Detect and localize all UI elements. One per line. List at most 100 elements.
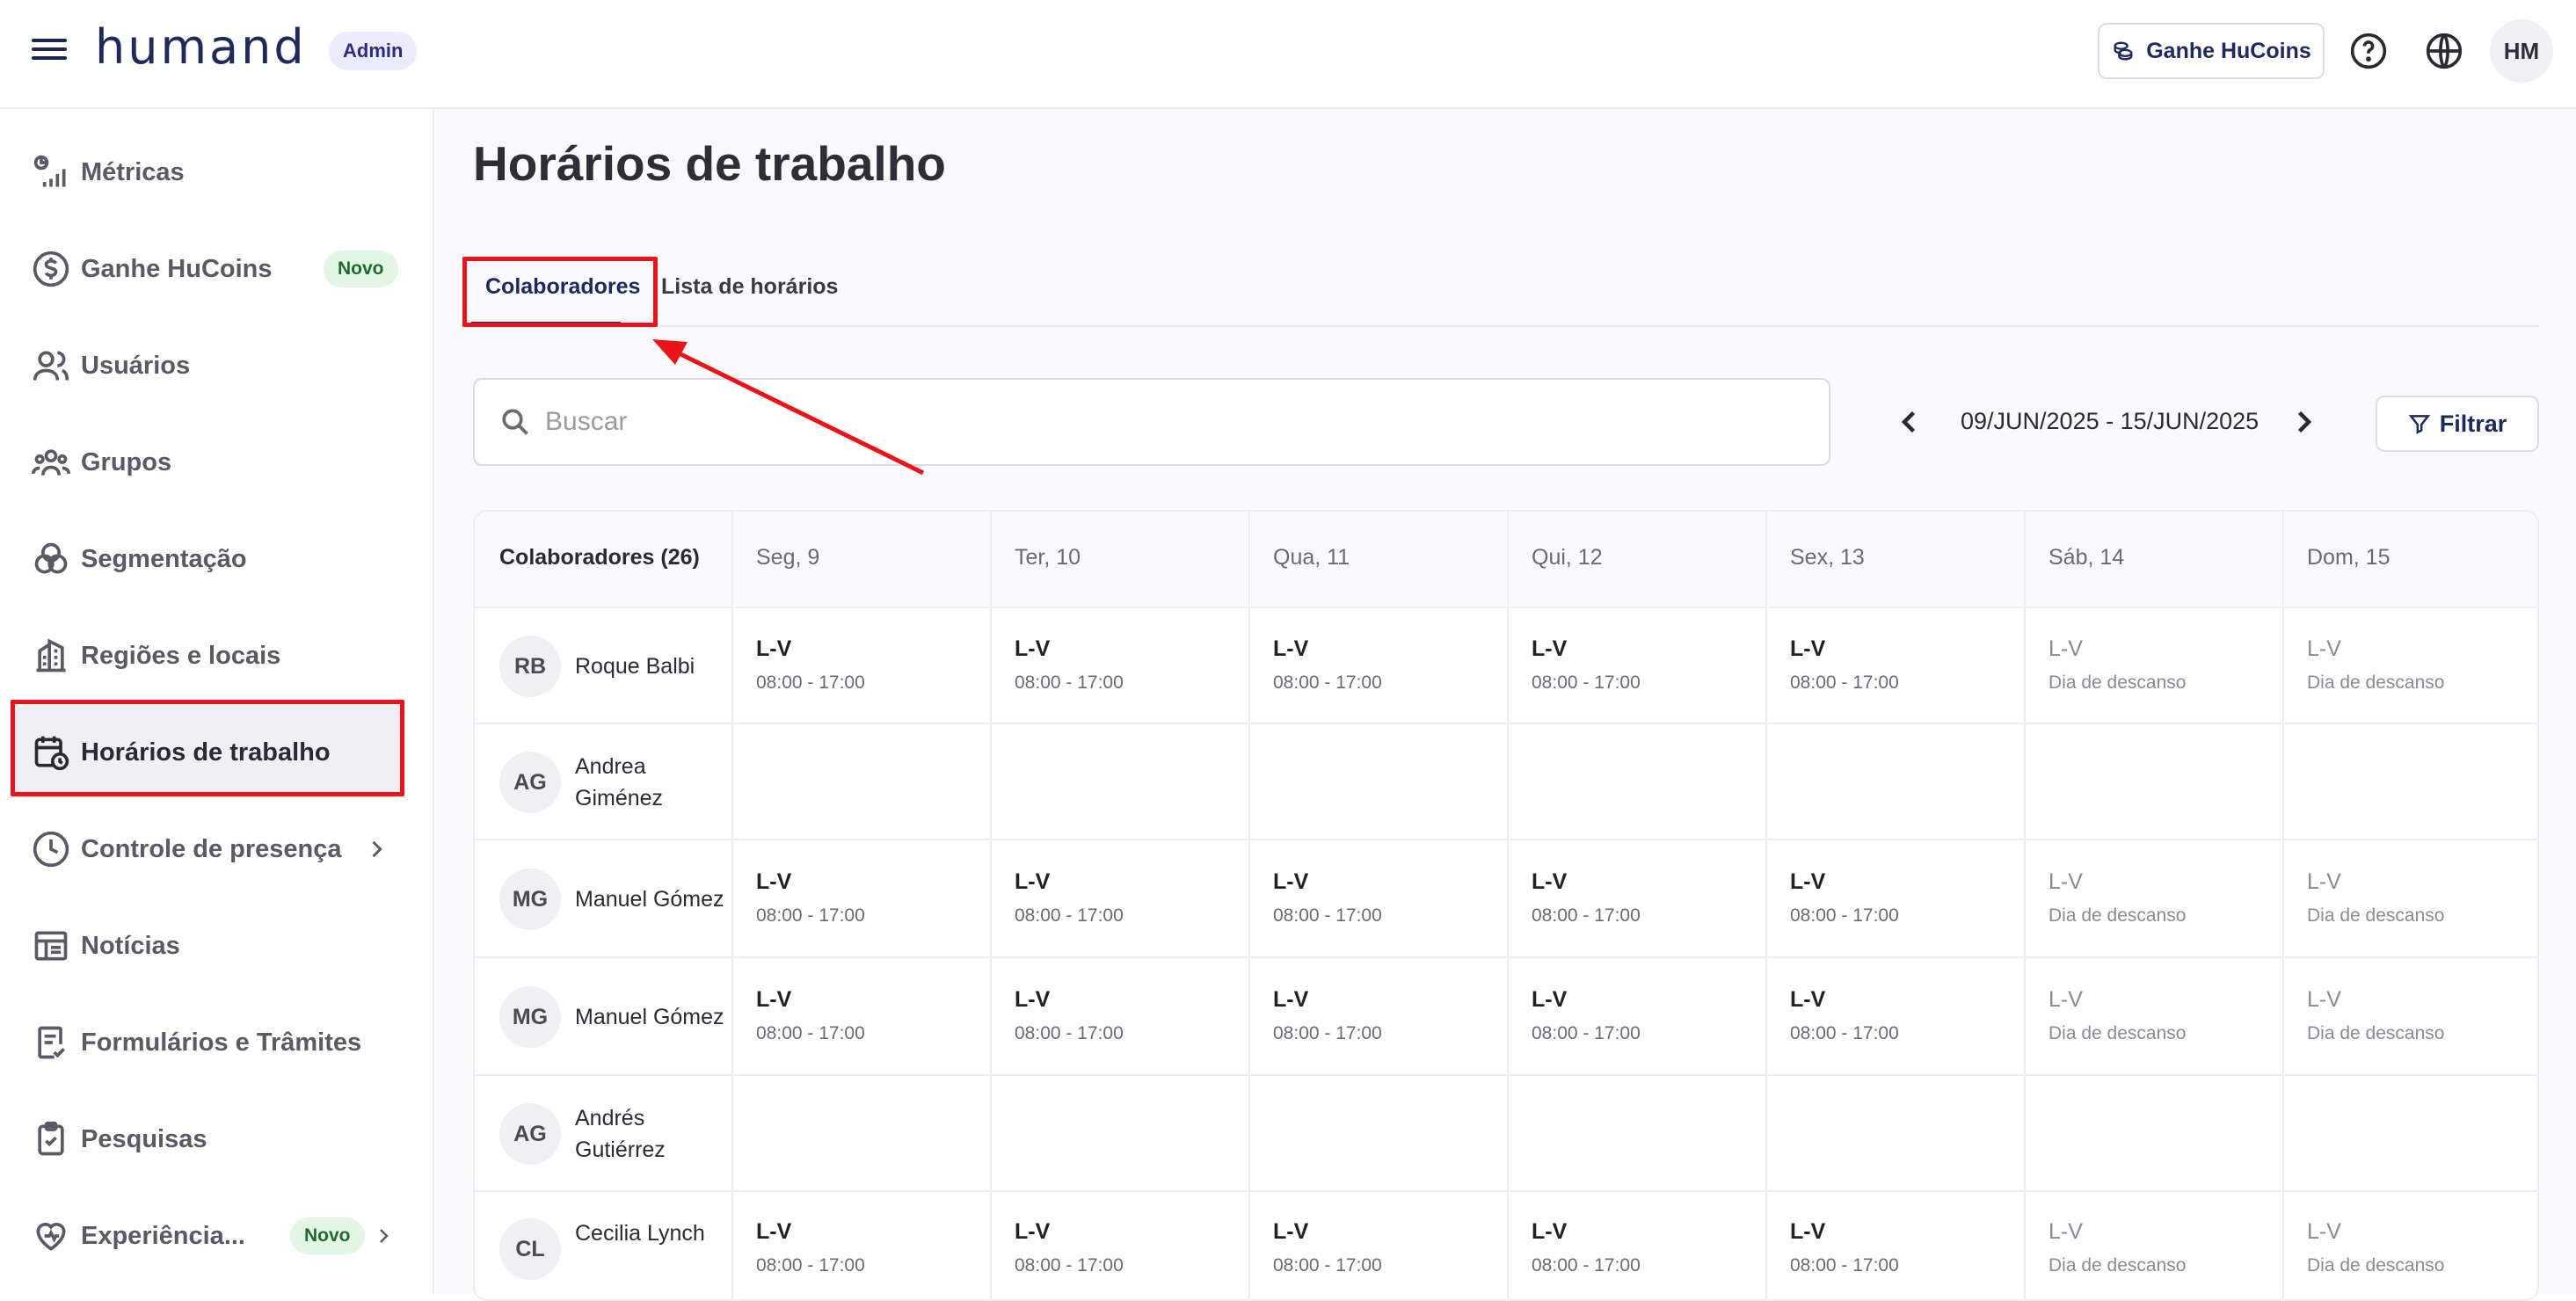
schedule-code: L-V (1790, 987, 1826, 1012)
sidebar-item-experiencia[interactable]: Experiência... Novo (12, 1190, 404, 1282)
work-hours: 08:00 - 17:00 (1532, 1255, 1641, 1276)
sidebar-item-ganhe-hucoins[interactable]: Ganhe HuCoins Novo (12, 223, 404, 315)
schedule-cell[interactable]: L-V 08:00 - 17:00 (1015, 987, 1124, 1044)
chevron-right-icon (372, 840, 382, 858)
rest-day-label: Dia de descanso (2307, 1023, 2445, 1043)
schedule-code: L-V (2307, 1219, 2341, 1244)
schedule-cell[interactable]: L-V 08:00 - 17:00 (1273, 636, 1382, 694)
employee-name[interactable]: Manuel Gómez (575, 883, 724, 915)
employee-name[interactable]: Andrés Gutiérrez (575, 1102, 724, 1166)
schedule-cell[interactable]: L-V 08:00 - 17:00 (1790, 636, 1899, 694)
rest-day-cell[interactable]: L-V Dia de descanso (2048, 987, 2186, 1044)
rest-day-cell[interactable]: L-V Dia de descanso (2307, 636, 2444, 694)
hucoins-button[interactable]: Ganhe HuCoins (2098, 23, 2325, 79)
form-icon (38, 1026, 65, 1059)
sidebar-item-label: Grupos (81, 447, 172, 476)
schedule-code: L-V (756, 636, 792, 661)
table-row[interactable]: RB Roque Balbi L-V 08:00 - 17:00 L-V 08:00 - … (475, 608, 2537, 724)
schedule-code: L-V (1790, 636, 1826, 661)
schedule-cell[interactable]: L-V 08:00 - 17:00 (756, 636, 865, 694)
work-hours: 08:00 - 17:00 (1532, 1023, 1641, 1043)
table-row[interactable]: AG Andrés Gutiérrez (475, 1076, 2537, 1192)
help-icon[interactable] (2349, 32, 2388, 70)
sidebar-item-formularios[interactable]: Formulários e Trâmites (12, 997, 404, 1088)
sidebar-item-horarios[interactable]: Horários de trabalho (12, 707, 404, 798)
rest-day-cell[interactable]: L-V Dia de descanso (2307, 1219, 2444, 1276)
employee-name[interactable]: Roque Balbi (575, 650, 724, 682)
schedule-cell[interactable]: L-V 08:00 - 17:00 (1273, 1219, 1382, 1276)
table-row[interactable]: MG Manuel Gómez L-V 08:00 - 17:00 L-V 08:00 -… (475, 840, 2537, 958)
rest-day-cell[interactable]: L-V Dia de descanso (2307, 869, 2444, 927)
column-header-day: Dom, 15 (2307, 545, 2390, 570)
search-input[interactable] (545, 407, 1829, 437)
column-divider (1248, 512, 1250, 1299)
sidebar-item-noticias[interactable]: Notícias (12, 900, 404, 992)
active-tab-indicator (471, 322, 621, 325)
work-hours: 08:00 - 17:00 (1273, 905, 1382, 926)
schedule-code: L-V (1532, 987, 1568, 1012)
sidebar-item-label: Experiência... (81, 1221, 245, 1250)
schedule-cell[interactable]: L-V 08:00 - 17:00 (1790, 869, 1899, 927)
sidebar-item-label: Controle de presença (81, 834, 342, 863)
employee-name[interactable]: Cecilia Lynch (575, 1217, 724, 1249)
schedule-cell[interactable]: L-V 08:00 - 17:00 (1532, 636, 1641, 694)
admin-badge: Admin (329, 32, 418, 70)
table-row[interactable]: CL Cecilia Lynch L-V 08:00 - 17:00 L-V 08:00 … (475, 1192, 2537, 1299)
table-row[interactable]: MG Manuel Gómez L-V 08:00 - 17:00 L-V 08:00 -… (475, 958, 2537, 1076)
menu-icon[interactable] (32, 33, 67, 69)
schedule-code: L-V (2307, 636, 2341, 661)
schedule-cell[interactable]: L-V 08:00 - 17:00 (1015, 1219, 1124, 1276)
column-header-day: Ter, 10 (1015, 545, 1081, 570)
chevron-left-icon[interactable] (1894, 406, 1925, 438)
schedule-code: L-V (1532, 869, 1568, 894)
work-hours: 08:00 - 17:00 (756, 905, 865, 926)
rest-day-label: Dia de descanso (2048, 905, 2187, 926)
schedule-cell[interactable]: L-V 08:00 - 17:00 (1273, 987, 1382, 1044)
schedule-code: L-V (1273, 636, 1309, 661)
schedule-cell[interactable]: L-V 08:00 - 17:00 (1532, 869, 1641, 927)
rest-day-cell[interactable]: L-V Dia de descanso (2048, 636, 2186, 694)
users-icon (33, 351, 69, 381)
rest-day-cell[interactable]: L-V Dia de descanso (2048, 869, 2186, 927)
schedule-cell[interactable]: L-V 08:00 - 17:00 (1532, 987, 1641, 1044)
schedule-cell[interactable]: L-V 08:00 - 17:00 (756, 987, 865, 1044)
tab-colaboradores[interactable]: Colaboradores (485, 274, 640, 300)
schedule-code: L-V (1532, 1219, 1568, 1244)
search-icon (502, 409, 528, 435)
chevron-right-icon[interactable] (2288, 406, 2319, 438)
rest-day-cell[interactable]: L-V Dia de descanso (2048, 1219, 2186, 1276)
search-box[interactable] (473, 378, 1830, 466)
metrics-icon (33, 155, 66, 187)
sidebar-item-controle-presenca[interactable]: Controle de presença (12, 803, 404, 895)
rest-day-cell[interactable]: L-V Dia de descanso (2307, 987, 2444, 1044)
rest-day-label: Dia de descanso (2307, 905, 2445, 926)
schedule-cell[interactable]: L-V 08:00 - 17:00 (1790, 987, 1899, 1044)
employee-name[interactable]: Andrea Giménez (575, 751, 724, 814)
table-row[interactable]: AG Andrea Giménez (475, 724, 2537, 840)
globe-icon[interactable] (2425, 32, 2463, 70)
schedule-cell[interactable]: L-V 08:00 - 17:00 (1790, 1219, 1899, 1276)
sidebar-item-segmentacao[interactable]: Segmentação (12, 513, 404, 605)
sidebar-item-grupos[interactable]: Grupos (12, 417, 404, 508)
top-bar: humand Admin Ganhe HuCoins HM (0, 0, 2576, 109)
sidebar-item-regioes[interactable]: Regiões e locais (12, 610, 404, 701)
employee-avatar: AG (499, 1103, 561, 1165)
clipboard-icon (38, 1121, 64, 1156)
groups-icon (32, 449, 70, 476)
filter-button[interactable]: Filtrar (2376, 396, 2539, 452)
tab-lista-horarios[interactable]: Lista de horários (661, 274, 838, 300)
sidebar-item-metricas[interactable]: Métricas (12, 127, 404, 218)
user-avatar[interactable]: HM (2490, 19, 2553, 83)
employee-avatar: MG (499, 986, 561, 1048)
schedule-cell[interactable]: L-V 08:00 - 17:00 (756, 869, 865, 927)
schedule-cell[interactable]: L-V 08:00 - 17:00 (1015, 869, 1124, 927)
schedule-cell[interactable]: L-V 08:00 - 17:00 (1273, 869, 1382, 927)
schedule-cell[interactable]: L-V 08:00 - 17:00 (1015, 636, 1124, 694)
employee-name[interactable]: Manuel Gómez (575, 1001, 724, 1033)
sidebar-item-usuarios[interactable]: Usuários (12, 320, 404, 411)
schedule-code: L-V (2048, 987, 2083, 1012)
sidebar-item-pesquisas[interactable]: Pesquisas (12, 1094, 404, 1185)
schedule-cell[interactable]: L-V 08:00 - 17:00 (1532, 1219, 1641, 1276)
schedule-cell[interactable]: L-V 08:00 - 17:00 (756, 1219, 865, 1276)
employee-avatar: RB (499, 636, 561, 697)
